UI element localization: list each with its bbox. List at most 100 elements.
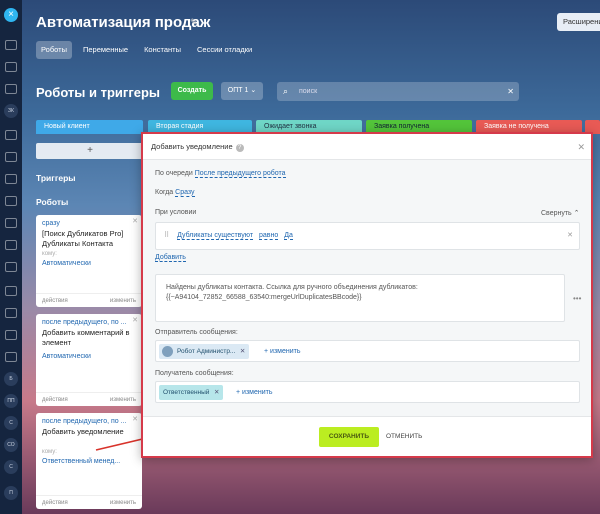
close-icon[interactable]: × <box>4 8 18 22</box>
search-icon: ⌕ <box>283 86 289 96</box>
docs-icon[interactable] <box>5 152 17 162</box>
receiver-label: Получатель сообщения: <box>155 370 234 377</box>
clear-icon[interactable]: ✕ <box>507 82 514 101</box>
store-icon[interactable] <box>5 352 17 362</box>
cancel-button[interactable]: ОТМЕНИТЬ <box>386 427 422 447</box>
robot-card[interactable]: ✕ после предыдущего, по ... Добавить ком… <box>36 314 142 406</box>
drive-icon[interactable] <box>5 240 17 250</box>
chat-icon[interactable] <box>5 218 17 228</box>
card-footer: действия изменить <box>36 392 142 406</box>
collapse-label: Свернуть <box>541 210 572 217</box>
receiver-chip[interactable]: Ответственный ✕ <box>159 385 224 400</box>
remove-receiver-icon[interactable]: ✕ <box>214 385 219 400</box>
card-when[interactable]: после предыдущего, по ... <box>42 318 136 328</box>
pencil-icon[interactable]: ✎ <box>190 17 198 28</box>
create-button[interactable]: Создать <box>171 82 213 100</box>
stage-new-client[interactable]: Новый клиент <box>36 120 143 134</box>
search-input[interactable]: ⌕ поиск ✕ <box>277 82 519 101</box>
sender-chip[interactable]: Робот Администр... ✕ <box>159 344 250 359</box>
queue-row: По очереди После предыдущего робота <box>155 170 286 178</box>
dialog-header: Добавить уведомление? ✕ <box>143 134 591 160</box>
condition-operator[interactable]: равно <box>259 232 279 240</box>
robot-card[interactable]: ✕ сразу [Поиск Дубликатов Pro] Дубликаты… <box>36 215 142 307</box>
triggers-label: Триггеры <box>36 173 76 183</box>
rail-circle-5[interactable]: СО <box>4 438 18 452</box>
delete-icon[interactable]: ✕ <box>132 415 138 425</box>
condition-label: При условии <box>155 209 197 216</box>
receiver-field[interactable]: Ответственный ✕ + изменить <box>155 381 580 403</box>
settings-icon[interactable] <box>5 286 17 296</box>
message-textarea[interactable]: Найдены дубликаты контакта. Ссылка для р… <box>155 274 565 322</box>
tab-robots[interactable]: Роботы <box>36 41 72 59</box>
bag-icon[interactable] <box>5 308 17 318</box>
users-icon[interactable] <box>5 262 17 272</box>
add-notification-dialog: Добавить уведомление? ✕ По очереди После… <box>141 132 593 458</box>
add-condition-link[interactable]: Добавить <box>155 254 186 262</box>
card-settings[interactable]: действия <box>42 294 68 307</box>
menu-icon[interactable] <box>5 40 17 50</box>
rail-circle-3[interactable]: ПП <box>4 394 18 408</box>
tab-constants[interactable]: Константы <box>139 41 186 59</box>
queue-value[interactable]: После предыдущего робота <box>194 170 286 178</box>
tasks-icon[interactable] <box>5 130 17 140</box>
rail-circle-6[interactable]: С <box>4 460 18 474</box>
avatar <box>162 346 173 357</box>
remove-condition-icon[interactable]: ✕ <box>567 223 573 249</box>
calendar-icon[interactable] <box>5 196 17 206</box>
delete-icon[interactable]: ✕ <box>132 316 138 326</box>
funnel-select-value: ОПТ 1 <box>227 87 249 94</box>
check-icon[interactable] <box>5 84 17 94</box>
tab-bar: Роботы Переменные Константы Сессии отлад… <box>36 41 257 59</box>
card-who: кому: <box>42 251 57 257</box>
card-settings[interactable]: действия <box>42 393 68 406</box>
card-footer: действия изменить <box>36 495 142 509</box>
rail-circle-2[interactable]: Б <box>4 372 18 386</box>
card-edit[interactable]: изменить <box>110 294 136 307</box>
robots-label: Роботы <box>36 197 69 207</box>
extended-button[interactable]: Расширения <box>557 13 600 31</box>
card-name: Добавить комментарий в элемент <box>42 328 130 347</box>
rail-circle-4[interactable]: С <box>4 416 18 430</box>
queue-label: По очереди <box>155 170 193 177</box>
condition-value[interactable]: Да <box>284 232 293 240</box>
dialog-title: Добавить уведомление <box>151 142 233 151</box>
chevron-down-icon: ⌄ <box>250 87 257 94</box>
when-label: Когда <box>155 189 174 196</box>
tab-variables[interactable]: Переменные <box>78 41 133 59</box>
card-footer: действия изменить <box>36 293 142 307</box>
card-value: Автоматически <box>42 260 91 267</box>
card-edit[interactable]: изменить <box>110 496 136 509</box>
cart-icon[interactable] <box>5 330 17 340</box>
close-icon[interactable]: ✕ <box>577 134 585 160</box>
tab-debug-sessions[interactable]: Сессии отладки <box>192 41 257 59</box>
add-condition-label: Добавить <box>155 254 186 262</box>
receiver-value: Ответственный <box>163 389 210 396</box>
add-trigger-button[interactable]: + <box>36 143 144 159</box>
rail-circle-7[interactable]: П <box>4 486 18 500</box>
save-button[interactable]: СОХРАНИТЬ <box>319 427 379 447</box>
list-icon[interactable] <box>5 62 17 72</box>
collapse-toggle[interactable]: Свернуть ⌃ <box>541 209 580 217</box>
card-when[interactable]: сразу <box>42 219 136 229</box>
when-value[interactable]: Сразу <box>175 189 195 197</box>
receiver-change-link[interactable]: + изменить <box>236 382 273 403</box>
sender-change-link[interactable]: + изменить <box>264 341 301 362</box>
card-edit[interactable]: изменить <box>110 393 136 406</box>
rail-circle-1[interactable]: ЗК <box>4 104 18 118</box>
more-icon[interactable]: ••• <box>573 294 581 303</box>
left-rail: × ЗК Б ПП С СО С П <box>0 0 22 514</box>
card-settings[interactable]: действия <box>42 496 68 509</box>
page-title: Автоматизация продаж <box>36 14 211 31</box>
sender-value: Робот Администр... <box>177 348 236 355</box>
funnel-select[interactable]: ОПТ 1 ⌄ <box>221 82 263 100</box>
mail-icon[interactable] <box>5 174 17 184</box>
remove-sender-icon[interactable]: ✕ <box>240 344 245 359</box>
drag-handle-icon[interactable]: ⠿ <box>164 232 169 239</box>
delete-icon[interactable]: ✕ <box>132 217 138 227</box>
sender-field[interactable]: Робот Администр... ✕ + изменить <box>155 340 580 362</box>
condition-field[interactable]: Дубликаты существуют <box>177 232 254 240</box>
search-placeholder: поиск <box>299 88 318 95</box>
card-value: Ответственный менед... <box>42 458 121 465</box>
section-title: Роботы и триггеры <box>36 85 161 100</box>
help-icon[interactable]: ? <box>235 144 244 152</box>
